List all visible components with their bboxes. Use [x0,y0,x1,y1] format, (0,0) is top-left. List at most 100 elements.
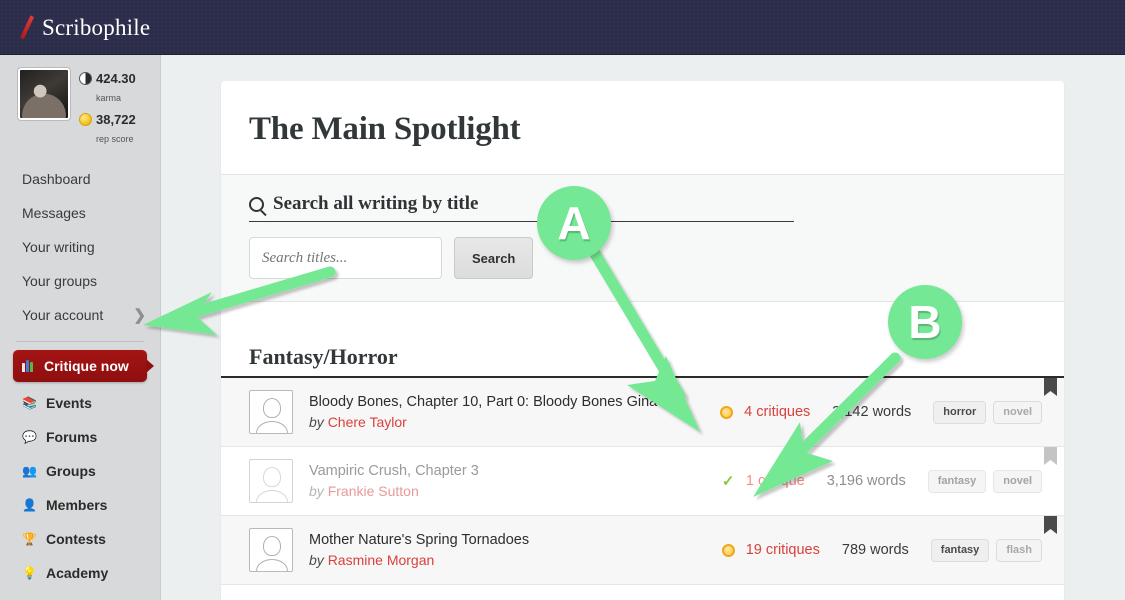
row-text: Bloody Bones, Chapter 10, Part 0: Bloody… [309,392,720,432]
writing-title[interactable]: Mother Nature's Spring Tornadoes [309,530,722,550]
row-meta: ✓ 1 critique 3,196 words fantasy novel [721,469,1042,493]
sidebar-item-label: Messages [22,205,86,221]
by-prefix: by [309,552,324,568]
green-check-icon: ✓ [721,472,735,490]
sidebar-item-your-account[interactable]: Your account ❯ [0,298,160,332]
sidebar-item-label: Your account [22,307,104,323]
row-meta: 4 critiques 3,142 words horror novel [720,400,1042,424]
tag-pill[interactable]: novel [993,400,1042,424]
primary-nav: Dashboard Messages Your writing Your gro… [0,162,160,332]
chevron-right-icon: ❯ [133,307,146,324]
word-count: 3,142 words [832,404,912,420]
sidebar-item-forums[interactable]: 💬 Forums [0,420,160,454]
sidebar-item-label: Dashboard [22,171,91,187]
sidebar-item-label: Members [46,497,108,513]
sidebar-item-groups[interactable]: 👥 Groups [0,454,160,488]
sidebar-item-contests[interactable]: 🏆 Contests [0,522,160,556]
row-text: Vampiric Crush, Chapter 3 by Frankie Sut… [309,461,722,501]
author-link[interactable]: Frankie Sutton [328,483,419,499]
tag-pill[interactable]: fantasy [927,469,987,493]
sidebar-item-messages[interactable]: Messages [0,196,160,230]
trophy-icon: 🏆 [22,532,37,546]
tag-list: horror novel [933,400,1042,424]
rep-label: rep score [96,134,134,144]
sidebar-item-label: Your groups [22,273,97,289]
row-meta: 19 critiques 789 words fantasy flash [721,538,1042,562]
author-link[interactable]: Chere Taylor [328,414,407,430]
tag-pill[interactable]: horror [933,400,987,424]
sidebar-item-your-writing[interactable]: Your writing [0,230,160,264]
avatar[interactable] [17,67,71,121]
search-input[interactable] [249,237,442,279]
writing-list-area: Fantasy/Horror Bloody Bones, Chapter 10,… [221,302,1064,585]
sidebar-item-label: Your writing [22,239,95,255]
search-section: Search all writing by title Search [221,175,1064,302]
tag-pill[interactable]: flash [996,538,1042,562]
lightbulb-icon: 💡 [22,566,37,580]
sidebar-item-label: Forums [46,429,98,445]
orange-dot-icon [720,405,734,419]
sidebar-item-your-groups[interactable]: Your groups [0,264,160,298]
critique-count[interactable]: 19 critiques [746,542,820,558]
sidebar-item-label: Academy [46,565,109,581]
writing-author-line: by Frankie Sutton [309,481,722,501]
default-user-avatar [249,459,293,503]
bookmark-icon[interactable] [1044,447,1057,465]
writing-table: Bloody Bones, Chapter 10, Part 0: Bloody… [221,376,1064,585]
top-header-bar: Scribophile [0,0,1125,55]
critique-now-button[interactable]: Critique now [13,350,154,382]
speech-bubble-icon: 💬 [22,430,37,444]
sidebar-item-academy[interactable]: 💡 Academy [0,556,160,590]
yin-yang-icon [79,72,92,85]
sidebar-item-members[interactable]: 👤 Members [0,488,160,522]
tag-pill[interactable]: fantasy [930,538,990,562]
sidebar-divider [16,341,144,342]
search-icon [249,196,264,212]
tag-list: fantasy flash [930,538,1042,562]
table-row[interactable]: Mother Nature's Spring Tornadoes by Rasm… [221,516,1064,585]
person-icon: 👤 [22,498,37,512]
page-title: The Main Spotlight [249,111,521,147]
user-summary: 424.30 karma 38,722 rep score [0,67,160,152]
sidebar-item-events[interactable]: 📚 Events [0,386,160,420]
by-prefix: by [309,483,324,499]
tag-pill[interactable]: novel [993,469,1042,493]
sidebar-item-dashboard[interactable]: Dashboard [0,162,160,196]
default-user-avatar [249,528,293,572]
people-icon: 👥 [22,464,37,478]
critique-now-label: Critique now [44,358,129,374]
books-stack-icon: 📚 [22,396,37,410]
karma-value: 424.30 [96,71,136,86]
search-row: Search [249,237,1036,279]
content-panel: The Main Spotlight Search all writing by… [221,81,1064,600]
word-count: 3,196 words [826,473,906,489]
table-row[interactable]: Bloody Bones, Chapter 10, Part 0: Bloody… [221,378,1064,447]
writing-title[interactable]: Bloody Bones, Chapter 10, Part 0: Bloody… [309,392,720,412]
search-heading: Search all writing by title [249,193,794,222]
sidebar: 424.30 karma 38,722 rep score Dashboard [0,55,161,600]
bookmark-icon[interactable] [1044,516,1057,534]
bookmark-icon[interactable] [1044,378,1057,396]
genre-heading: Fantasy/Horror [249,344,398,369]
books-icon [22,360,36,372]
sidebar-item-label: Events [46,395,92,411]
critique-count[interactable]: 1 critique [746,473,805,489]
brand-logo[interactable]: Scribophile [18,14,150,40]
author-link[interactable]: Rasmine Morgan [328,552,435,568]
table-row[interactable]: Vampiric Crush, Chapter 3 by Frankie Sut… [221,447,1064,516]
orange-dot-icon [721,543,735,557]
user-stats: 424.30 karma 38,722 rep score [79,68,136,152]
karma-label: karma [96,93,122,103]
karma-stat: 424.30 karma [79,70,136,106]
search-button[interactable]: Search [454,237,534,279]
writing-title[interactable]: Vampiric Crush, Chapter 3 [309,461,722,481]
critique-count[interactable]: 4 critiques [744,404,810,420]
app-root: Scribophile 424.30 karma 38,722 rep scor… [0,0,1125,600]
gold-medal-icon [79,113,92,126]
rep-value: 38,722 [96,112,136,127]
rep-stat: 38,722 rep score [79,111,136,147]
secondary-nav: 📚 Events 💬 Forums 👥 Groups 👤 Members 🏆 C… [0,386,160,590]
default-user-avatar [249,390,293,434]
brand-name: Scribophile [42,15,151,40]
tag-list: fantasy novel [927,469,1042,493]
